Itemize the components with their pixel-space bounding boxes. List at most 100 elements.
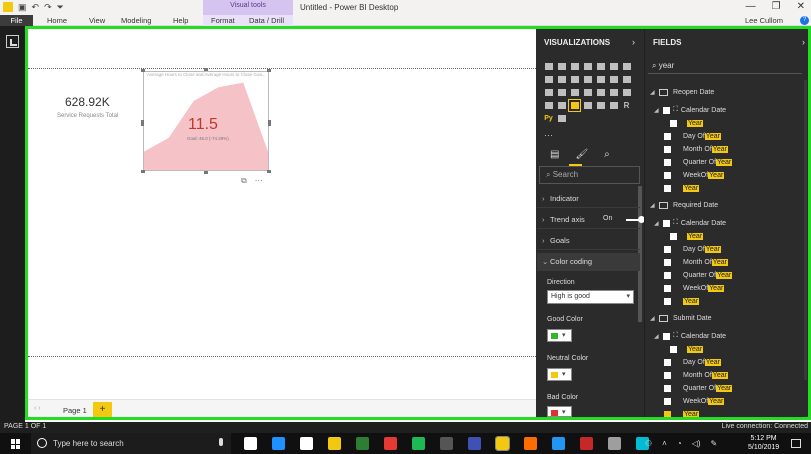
field-item[interactable]: Year — [670, 343, 704, 355]
resize-handle[interactable] — [204, 171, 208, 174]
field-item[interactable]: Day Of Year — [664, 130, 721, 142]
google-chrome-taskbar-icon[interactable] — [384, 437, 397, 450]
resize-handle[interactable] — [267, 69, 271, 72]
volume-icon[interactable]: ◁) — [692, 439, 701, 448]
chrome-taskbar-icon[interactable] — [356, 437, 369, 450]
resize-handle[interactable] — [141, 120, 144, 126]
checkbox[interactable] — [664, 358, 671, 366]
field-item[interactable]: Quarter Of Year — [664, 156, 733, 168]
field-item[interactable]: Year — [670, 230, 704, 242]
viz-slicer-icon[interactable] — [582, 100, 593, 111]
analytics-icon[interactable]: ⌕ — [604, 149, 610, 160]
tab-format[interactable]: Format — [211, 16, 235, 25]
field-item[interactable]: WeekOf Year — [664, 282, 725, 294]
tab-modeling[interactable]: Modeling — [121, 16, 151, 25]
field-item[interactable]: Day Of Year — [664, 356, 721, 368]
tray-chevron-icon[interactable]: ˄ — [662, 439, 667, 448]
signed-in-user[interactable]: Lee Cullom — [745, 16, 783, 25]
tab-home[interactable]: Home — [47, 16, 67, 25]
screen-app-taskbar-icon[interactable] — [440, 437, 453, 450]
viz-100-bar-icon[interactable] — [595, 61, 606, 72]
spotify-taskbar-icon[interactable] — [412, 437, 425, 450]
viz-table-icon[interactable] — [595, 100, 606, 111]
checkbox[interactable] — [664, 397, 671, 405]
viz-treemap-icon[interactable] — [569, 87, 580, 98]
viz-multi-row-card-icon[interactable] — [556, 100, 567, 111]
help-icon[interactable]: ? — [800, 16, 809, 25]
field-table[interactable]: ◢ Reopen Date — [650, 86, 714, 98]
checkbox[interactable] — [664, 284, 671, 292]
field-item[interactable]: WeekOf Year — [664, 395, 725, 407]
file-explorer-taskbar-icon[interactable] — [328, 437, 341, 450]
viz-line-stacked-column-icon[interactable] — [582, 74, 593, 85]
page-tab[interactable]: Page 1 — [57, 404, 93, 418]
report-canvas[interactable] — [28, 29, 536, 399]
app-orange-taskbar-icon[interactable] — [524, 437, 537, 450]
collapse-pane-icon[interactable]: › — [632, 37, 635, 47]
viz-ribbon-icon[interactable] — [595, 74, 606, 85]
save-icon[interactable]: ▣ — [18, 2, 27, 13]
close-button[interactable]: ✕ — [797, 1, 805, 12]
resize-handle[interactable] — [204, 68, 208, 71]
trend-axis-toggle[interactable]: On — [603, 215, 645, 223]
pen-icon[interactable]: ✎ — [711, 439, 718, 448]
viz-stacked-area-icon[interactable] — [556, 74, 567, 85]
more-visuals-icon[interactable]: ··· — [544, 130, 553, 140]
checkbox[interactable] — [664, 184, 671, 192]
viz-card-icon[interactable] — [543, 100, 554, 111]
field-item[interactable]: Quarter Of Year — [664, 269, 733, 281]
field-hierarchy[interactable]: ◢ ⛶ Calendar Date — [654, 104, 726, 116]
windows-start-icon[interactable] — [11, 439, 21, 449]
page-nav-arrows-icon[interactable]: ‹ › — [34, 405, 41, 412]
collapse-pane-icon[interactable]: › — [802, 37, 805, 47]
checkbox[interactable] — [664, 384, 671, 392]
field-item[interactable]: Quarter Of Year — [664, 382, 733, 394]
checkbox[interactable] — [664, 145, 671, 153]
edge-taskbar-icon[interactable] — [272, 437, 285, 450]
format-paintroller-icon[interactable]: 🖌 — [575, 149, 588, 160]
maximize-button[interactable]: ❐ — [772, 1, 781, 12]
format-section-indicator[interactable]: › Indicator — [537, 190, 640, 208]
tab-file[interactable]: File — [0, 15, 33, 26]
viz-r-visual-icon[interactable]: R — [621, 100, 632, 111]
tab-view[interactable]: View — [89, 16, 105, 25]
viz-scatter-icon[interactable] — [621, 74, 632, 85]
customize-qat-icon[interactable]: ⏷ — [57, 2, 64, 13]
direction-select[interactable]: High is good ▾ — [547, 290, 634, 304]
checkbox[interactable] — [670, 232, 677, 240]
checkbox[interactable] — [664, 132, 671, 140]
checkbox[interactable] — [663, 332, 670, 340]
format-section-trend-axis[interactable]: › Trend axis On — [537, 211, 645, 229]
report-view-icon[interactable] — [6, 35, 19, 48]
format-section-color-coding[interactable]: ⌄ Color coding — [537, 253, 640, 271]
bad-color-picker[interactable]: ▾ — [547, 406, 572, 417]
viz-funnel-icon[interactable] — [608, 87, 619, 98]
field-hierarchy[interactable]: ◢ ⛶ Calendar Date — [654, 217, 726, 229]
field-table[interactable]: ◢ Required Date — [650, 199, 718, 211]
field-table[interactable]: ◢ Submit Date — [650, 312, 712, 324]
kpi-visual[interactable]: Average Hours to Close and Average Hours… — [143, 71, 269, 171]
viz-globe-icon[interactable] — [556, 113, 567, 124]
checkbox[interactable] — [670, 345, 677, 353]
resize-handle[interactable] — [141, 69, 145, 72]
add-page-button[interactable]: + — [93, 402, 112, 418]
more-options-icon[interactable]: ⋯ — [255, 176, 263, 186]
fields-scrollbar[interactable] — [804, 80, 807, 380]
viz-clustered-column-icon[interactable] — [582, 61, 593, 72]
checkbox[interactable] — [664, 271, 671, 279]
minimize-button[interactable]: — — [746, 1, 756, 12]
app-blue-taskbar-icon[interactable] — [552, 437, 565, 450]
resize-handle[interactable] — [268, 120, 271, 126]
field-item[interactable]: Year — [664, 182, 700, 194]
app-red-taskbar-icon[interactable] — [580, 437, 593, 450]
checkbox[interactable] — [664, 258, 671, 266]
viz-clustered-bar-icon[interactable] — [569, 61, 580, 72]
resize-handle[interactable] — [267, 170, 271, 173]
field-item[interactable]: Month Of Year — [664, 369, 728, 381]
checkbox[interactable] — [664, 171, 671, 179]
viz-stacked-bar-icon[interactable] — [543, 61, 554, 72]
field-item[interactable]: Day Of Year — [664, 243, 721, 255]
card-visual-value[interactable]: 628.92K — [65, 95, 110, 109]
checkbox[interactable] — [664, 245, 671, 253]
field-item[interactable]: Year — [664, 295, 700, 307]
